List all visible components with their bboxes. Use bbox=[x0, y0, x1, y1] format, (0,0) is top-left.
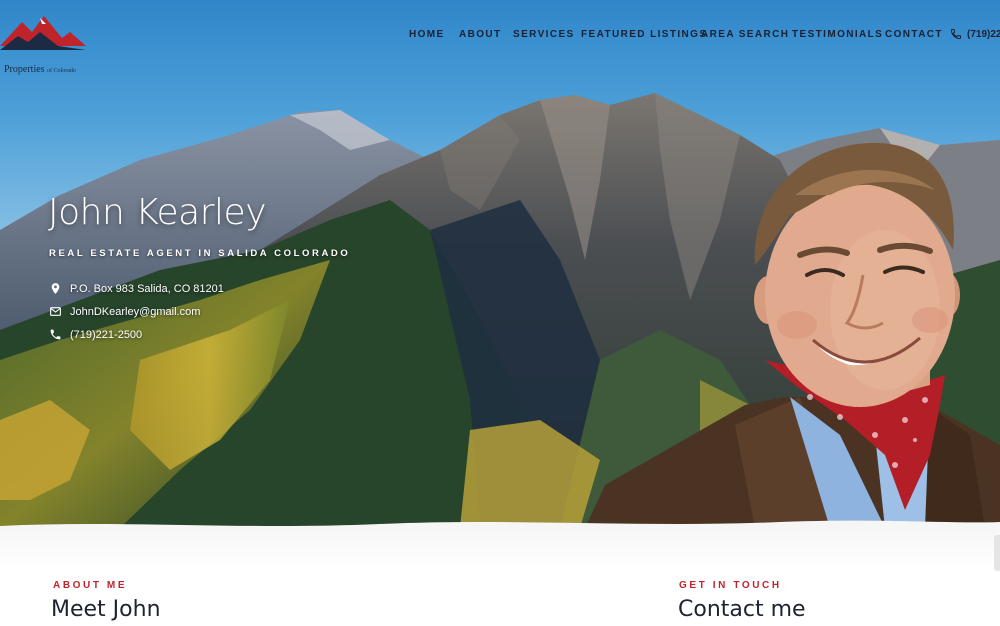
contact-heading: Contact me bbox=[678, 597, 806, 622]
agent-name: John Kearley bbox=[48, 192, 267, 233]
email-link[interactable]: JohnDKearley@gmail.com bbox=[70, 306, 200, 318]
mountain-logo-icon bbox=[0, 16, 86, 50]
scroll-tab[interactable] bbox=[994, 535, 1000, 571]
nav-area-search[interactable]: AREA SEARCH bbox=[701, 29, 789, 40]
phone-link[interactable]: (719)221-2500 bbox=[70, 329, 142, 341]
nav-services[interactable]: SERVICES bbox=[513, 29, 575, 40]
address-text: P.O. Box 983 Salida, CO 81201 bbox=[70, 282, 224, 295]
contact-eyebrow: GET IN TOUCH bbox=[679, 580, 782, 591]
phone-icon bbox=[950, 29, 961, 40]
nav-home[interactable]: HOME bbox=[409, 29, 445, 40]
address-row: P.O. Box 983 Salida, CO 81201 bbox=[49, 282, 224, 295]
agent-portrait bbox=[585, 142, 1000, 528]
email-row[interactable]: JohnDKearley@gmail.com bbox=[49, 305, 200, 318]
phone-row[interactable]: (719)221-2500 bbox=[49, 328, 142, 341]
agent-title: REAL ESTATE AGENT IN SALIDA COLORADO bbox=[49, 248, 351, 259]
logo-text: Properties bbox=[4, 64, 45, 75]
header-phone-text: (719)221- bbox=[967, 28, 1000, 40]
about-heading: Meet John bbox=[51, 597, 161, 622]
nav-testimonials[interactable]: TESTIMONIALS bbox=[792, 29, 883, 40]
nav-contact[interactable]: CONTACT bbox=[885, 29, 943, 40]
logo-subtext: of Colorado bbox=[47, 68, 76, 74]
company-logo[interactable]: Properties of Colorado bbox=[0, 12, 90, 75]
nav-about[interactable]: ABOUT bbox=[459, 29, 502, 40]
nav-featured-listings[interactable]: FEATURED LISTINGS bbox=[581, 29, 707, 40]
logo-wordmark: Properties of Colorado bbox=[4, 64, 76, 75]
envelope-icon bbox=[50, 307, 61, 316]
phone-icon bbox=[50, 329, 61, 340]
header-phone-link[interactable]: (719)221- bbox=[950, 28, 1000, 40]
about-eyebrow: ABOUT ME bbox=[53, 580, 128, 591]
hero-section: Properties of Colorado HOME ABOUT SERVIC… bbox=[0, 0, 1000, 528]
map-pin-icon bbox=[51, 283, 60, 294]
